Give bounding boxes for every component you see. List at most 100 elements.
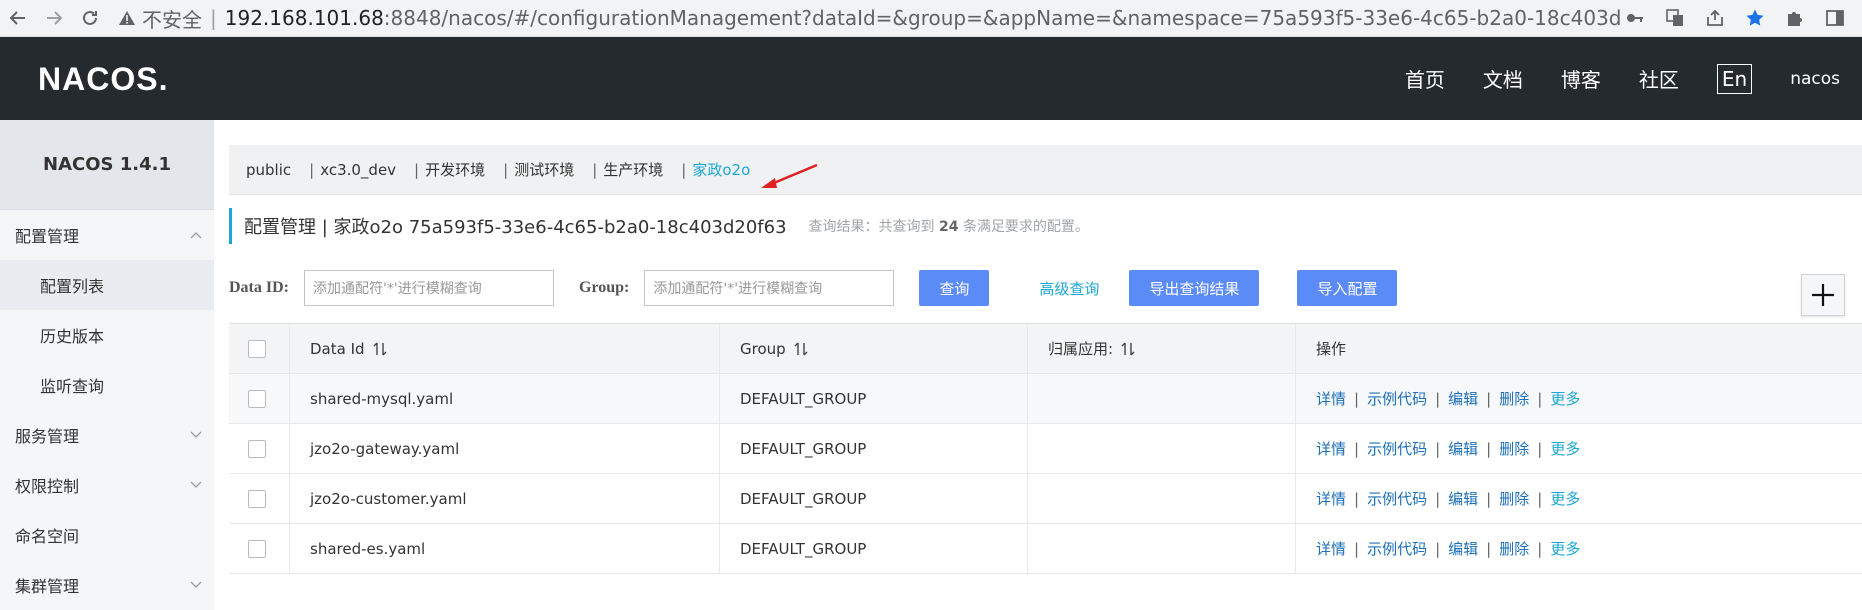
edit-link[interactable]: 编辑 [1448, 438, 1478, 459]
detail-link[interactable]: 详情 [1316, 488, 1346, 509]
more-link[interactable]: 更多 [1550, 388, 1580, 409]
chevron-down-icon [190, 581, 202, 588]
sidebar-item-label: 历史版本 [40, 327, 105, 346]
namespace-separator: | [309, 160, 315, 179]
namespace-tab-xc3-dev[interactable]: xc3.0_dev [320, 161, 396, 179]
namespace-tab-test[interactable]: 测试环境 [514, 159, 574, 180]
sidebar-item-label: 命名空间 [15, 527, 80, 546]
detail-link[interactable]: 详情 [1316, 538, 1346, 559]
query-button[interactable]: 查询 [919, 270, 990, 306]
reload-icon[interactable] [72, 0, 108, 37]
nav-community[interactable]: 社区 [1639, 64, 1679, 93]
sidebar-item-listener-query[interactable]: 监听查询 [0, 360, 214, 410]
translate-icon[interactable] [1662, 5, 1688, 31]
edit-link[interactable]: 编辑 [1448, 488, 1478, 509]
sidebar-item-label: 服务管理 [15, 427, 80, 446]
address-bar[interactable]: 不安全 | 192.168.101.68:8848/nacos/#/config… [108, 0, 1622, 37]
forward-icon[interactable] [36, 0, 72, 37]
delete-link[interactable]: 删除 [1499, 538, 1529, 559]
sidebar-item-config-list[interactable]: 配置列表 [0, 260, 214, 310]
row-checkbox[interactable] [248, 539, 266, 558]
column-header-app[interactable]: 归属应用: [1028, 324, 1296, 373]
sidebar-item-service-management[interactable]: 服务管理 [0, 410, 214, 460]
sample-code-link[interactable]: 示例代码 [1367, 488, 1427, 509]
result-count: 24 [939, 219, 959, 235]
namespace-tab-dev[interactable]: 开发环境 [425, 159, 485, 180]
key-icon[interactable] [1622, 5, 1648, 31]
sort-icon[interactable] [794, 342, 808, 356]
column-header-dataid[interactable]: Data Id [290, 324, 720, 373]
back-icon[interactable] [0, 0, 36, 37]
cell-app [1028, 524, 1296, 573]
sample-code-link[interactable]: 示例代码 [1367, 438, 1427, 459]
advanced-query-link[interactable]: 高级查询 [1039, 278, 1099, 299]
cell-group: DEFAULT_GROUP [720, 374, 1028, 423]
group-search-input[interactable]: 添加通配符'*'进行模糊查询 [644, 270, 895, 306]
row-checkbox[interactable] [248, 439, 266, 458]
user-name[interactable]: nacos [1790, 69, 1840, 89]
nacos-logo[interactable]: NACOS. [38, 61, 168, 98]
action-separator: | [1354, 489, 1360, 508]
nav-home[interactable]: 首页 [1405, 64, 1445, 93]
dataid-search-input[interactable]: 添加通配符'*'进行模糊查询 [304, 270, 554, 306]
column-header-group[interactable]: Group [720, 324, 1028, 373]
security-label: 不安全 [142, 7, 202, 32]
sidebar-item-cluster-management[interactable]: 集群管理 [0, 560, 214, 610]
cell-dataid: jzo2o-customer.yaml [290, 474, 720, 523]
export-results-button[interactable]: 导出查询结果 [1129, 270, 1260, 306]
bookmark-star-icon[interactable] [1742, 5, 1768, 31]
sample-code-link[interactable]: 示例代码 [1367, 388, 1427, 409]
page-title: 配置管理 | 家政o2o 75a593f5-33e6-4c65-b2a0-18c… [244, 217, 787, 238]
top-nav: 首页 文档 博客 社区 En nacos [1405, 37, 1862, 120]
nav-docs[interactable]: 文档 [1483, 64, 1523, 93]
sidebar-item-history[interactable]: 历史版本 [0, 310, 214, 360]
row-checkbox[interactable] [248, 389, 266, 408]
group-label: Group: [579, 279, 630, 296]
result-summary: 查询结果：共查询到 24 条满足要求的配置。 [809, 216, 1089, 236]
action-separator: | [1537, 489, 1543, 508]
config-table: Data Id Group 归属应用: 操作 shared-mysql.yaml… [229, 323, 1862, 574]
row-actions: 详情 | 示例代码 | 编辑 | 删除 | 更多 [1316, 488, 1580, 509]
cell-group: DEFAULT_GROUP [720, 474, 1028, 523]
column-header-label: Group [740, 339, 786, 358]
select-all-checkbox[interactable] [248, 339, 266, 358]
sidebar-item-config-management[interactable]: 配置管理 [0, 210, 214, 260]
namespace-tab-jiazheng-o2o[interactable]: 家政o2o [692, 159, 750, 180]
sort-icon[interactable] [1121, 342, 1135, 356]
sidebar-item-namespace[interactable]: 命名空间 [0, 510, 214, 560]
namespace-tab-public[interactable]: public [246, 161, 291, 179]
language-switch-button[interactable]: En [1716, 63, 1753, 94]
sample-code-link[interactable]: 示例代码 [1367, 538, 1427, 559]
detail-link[interactable]: 详情 [1316, 438, 1346, 459]
row-checkbox[interactable] [248, 489, 266, 508]
detail-link[interactable]: 详情 [1316, 388, 1346, 409]
table-header-row: Data Id Group 归属应用: 操作 [229, 324, 1862, 374]
more-link[interactable]: 更多 [1550, 438, 1580, 459]
sidepanel-icon[interactable] [1822, 5, 1848, 31]
namespace-separator: | [503, 160, 509, 179]
column-header-label: 操作 [1316, 340, 1347, 358]
row-actions: 详情 | 示例代码 | 编辑 | 删除 | 更多 [1316, 538, 1580, 559]
action-separator: | [1435, 539, 1441, 558]
delete-link[interactable]: 删除 [1499, 438, 1529, 459]
add-config-button[interactable] [1801, 274, 1845, 316]
cell-dataid: shared-mysql.yaml [290, 374, 720, 423]
sort-icon[interactable] [373, 342, 387, 356]
edit-link[interactable]: 编辑 [1448, 538, 1478, 559]
more-link[interactable]: 更多 [1550, 488, 1580, 509]
extensions-icon[interactable] [1782, 5, 1808, 31]
action-separator: | [1435, 439, 1441, 458]
delete-link[interactable]: 删除 [1499, 488, 1529, 509]
column-header-label: 归属应用: [1048, 340, 1114, 358]
edit-link[interactable]: 编辑 [1448, 388, 1478, 409]
delete-link[interactable]: 删除 [1499, 388, 1529, 409]
table-row: shared-mysql.yaml DEFAULT_GROUP 详情 | 示例代码… [229, 374, 1862, 424]
namespace-tab-prod[interactable]: 生产环境 [603, 159, 663, 180]
nav-blog[interactable]: 博客 [1561, 64, 1601, 93]
security-indicator[interactable]: 不安全 [118, 4, 202, 33]
action-separator: | [1354, 389, 1360, 408]
sidebar-item-access-control[interactable]: 权限控制 [0, 460, 214, 510]
share-icon[interactable] [1702, 5, 1728, 31]
import-config-button[interactable]: 导入配置 [1297, 270, 1398, 306]
more-link[interactable]: 更多 [1550, 538, 1580, 559]
